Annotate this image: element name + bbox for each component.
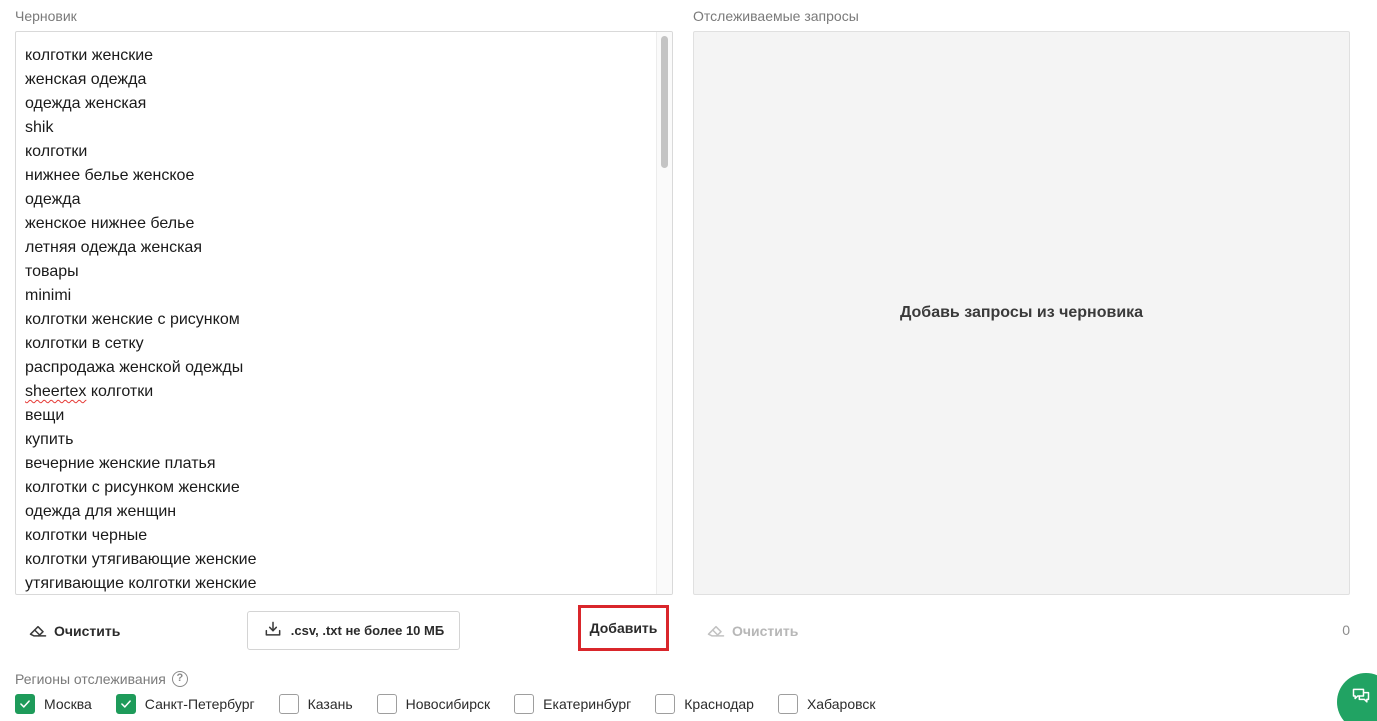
draft-line: sheertex колготки — [25, 380, 652, 404]
eraser-icon — [706, 620, 726, 643]
region-option[interactable]: Краснодар — [655, 694, 754, 714]
draft-line: утягивающие колготки женские — [25, 575, 257, 592]
download-tray-icon — [263, 619, 283, 642]
draft-line-tail: колготки — [86, 383, 154, 400]
regions-list: Москва Санкт-Петербург Казань Новосибирск Ек… — [15, 694, 900, 714]
upload-file-button[interactable]: .csv, .txt не более 10 МБ — [247, 611, 460, 650]
region-option[interactable]: Санкт-Петербург — [115, 694, 255, 714]
tracked-count: 0 — [1342, 622, 1350, 638]
draft-line: женская одежда — [25, 71, 147, 88]
misspelled-word: sheertex — [25, 383, 87, 400]
regions-label-text: Регионы отслеживания — [15, 671, 166, 687]
draft-line: колготки черные — [25, 527, 148, 544]
draft-line: одежда для женщин — [25, 503, 177, 520]
region-name: Краснодар — [684, 696, 754, 712]
region-name: Москва — [44, 696, 92, 712]
region-option[interactable]: Екатеринбург — [514, 694, 631, 714]
clear-draft-button[interactable]: Очистить — [28, 620, 120, 642]
region-checkbox[interactable] — [278, 694, 299, 714]
draft-line: колготки утягивающие женские — [25, 551, 257, 568]
region-checkbox[interactable] — [655, 694, 676, 714]
region-checkbox[interactable] — [15, 694, 35, 714]
check-icon — [20, 700, 30, 708]
question-circle-icon[interactable]: ? — [171, 671, 188, 687]
clear-draft-label: Очистить — [54, 623, 121, 639]
draft-lines: колготки женские женская одежда одежда ж… — [25, 44, 652, 594]
chat-button[interactable] — [1337, 673, 1377, 721]
chat-bubbles-icon — [1351, 686, 1377, 719]
region-checkbox[interactable] — [115, 694, 136, 714]
clear-tracked-button[interactable]: Очистить — [706, 620, 798, 642]
clear-tracked-label: Очистить — [732, 623, 799, 639]
tracked-empty-message: Добавь запросы из черновика — [899, 304, 1144, 321]
draft-line: женское нижнее белье — [25, 215, 195, 232]
region-checkbox[interactable] — [376, 694, 397, 714]
region-name: Екатеринбург — [543, 696, 632, 712]
eraser-icon — [28, 620, 48, 643]
draft-textarea[interactable]: колготки женские женская одежда одежда ж… — [15, 31, 673, 595]
draft-scrollbar[interactable] — [656, 32, 672, 594]
draft-line: товары — [25, 263, 79, 280]
draft-line: колготки в сетку — [25, 335, 144, 352]
draft-line: одежда — [25, 191, 81, 208]
draft-line: колготки — [25, 143, 88, 160]
draft-line: колготки с рисунком женские — [25, 479, 240, 496]
region-option[interactable]: Казань — [278, 694, 353, 714]
draft-line: shik — [25, 119, 54, 136]
region-checkbox[interactable] — [777, 694, 798, 714]
region-option[interactable]: Москва — [15, 694, 92, 714]
tracked-label: Отслеживаемые запросы — [693, 8, 859, 24]
region-option[interactable]: Новосибирск — [376, 694, 491, 714]
region-checkbox[interactable] — [514, 694, 535, 714]
region-name: Хабаровск — [806, 696, 876, 712]
draft-scrollbar-thumb[interactable] — [661, 36, 668, 168]
draft-line: вечерние женские платья — [25, 455, 216, 472]
draft-line: вещи — [25, 407, 65, 424]
draft-line: распродажа женской одежды — [25, 359, 244, 376]
add-button[interactable]: Добавить — [578, 605, 669, 651]
regions-label: Регионы отслеживания ? — [15, 671, 188, 687]
draft-line: летняя одежда женская — [25, 239, 202, 256]
draft-line: minimi — [25, 287, 72, 304]
draft-line: колготки женские — [25, 47, 154, 64]
draft-label: Черновик — [15, 8, 77, 24]
draft-line: колготки женские с рисунком — [25, 311, 240, 328]
region-name: Новосибирск — [405, 696, 491, 712]
check-icon — [120, 700, 131, 708]
region-name: Санкт-Петербург — [144, 696, 255, 712]
region-option[interactable]: Хабаровск — [777, 694, 876, 714]
upload-file-label: .csv, .txt не более 10 МБ — [290, 623, 445, 638]
draft-line: одежда женская — [25, 95, 147, 112]
tracked-queries-panel: Добавь запросы из черновика — [693, 31, 1350, 595]
draft-line: нижнее белье женское — [25, 167, 195, 184]
region-name: Казань — [307, 696, 353, 712]
draft-line: купить — [25, 431, 74, 448]
